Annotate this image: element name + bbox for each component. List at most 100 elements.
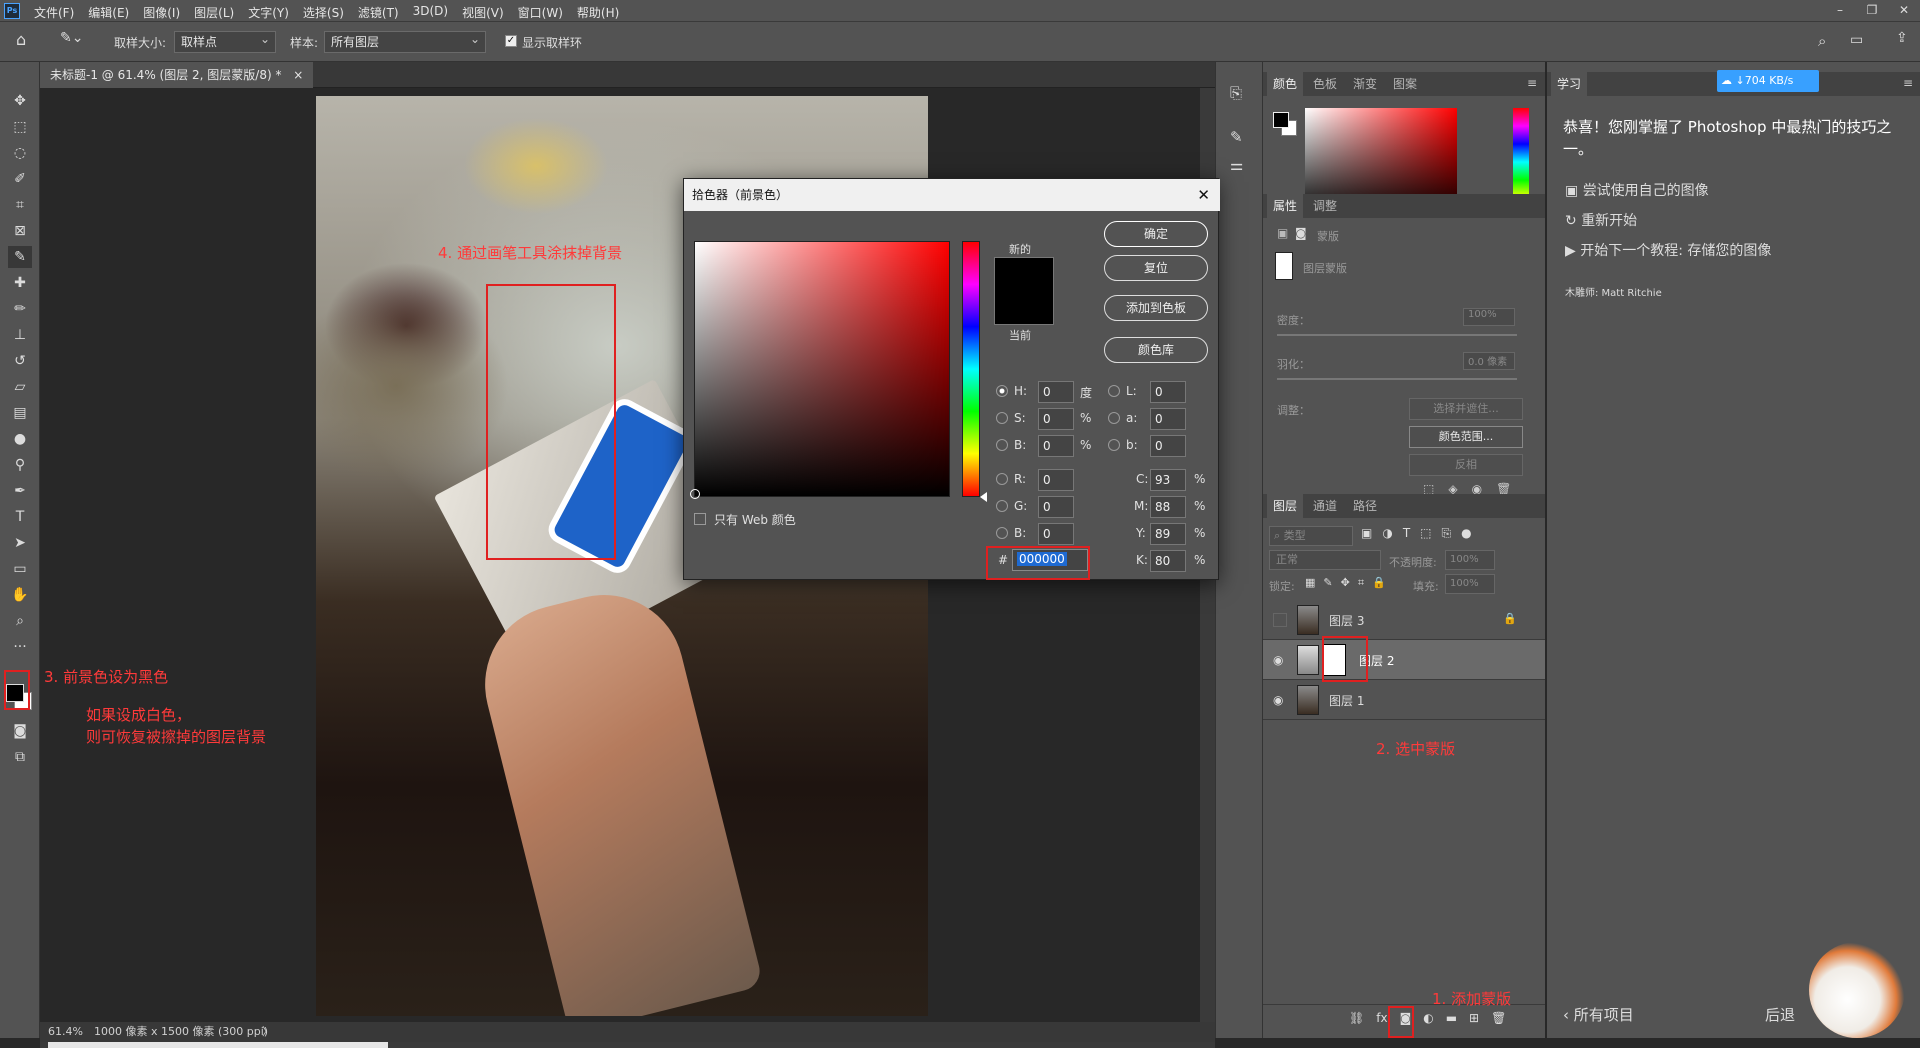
r-radio[interactable] — [996, 473, 1008, 485]
tab-swatches[interactable]: 色板 — [1307, 72, 1343, 96]
panel-fg-swatch[interactable] — [1273, 112, 1289, 128]
tab-learn[interactable]: 学习 — [1551, 72, 1588, 96]
trash-icon[interactable]: 🗑 — [1491, 1011, 1506, 1025]
g-radio[interactable] — [996, 500, 1008, 512]
density-field[interactable]: 100% — [1463, 308, 1515, 326]
quick-mask-icon[interactable]: ◙ — [8, 720, 32, 742]
eye-icon[interactable]: ◉ — [1273, 653, 1287, 667]
menu-3d[interactable]: 3D(D) — [413, 4, 448, 21]
s-radio[interactable] — [996, 412, 1008, 424]
hue-slider[interactable] — [962, 241, 980, 497]
layer-name[interactable]: 图层 3 — [1329, 612, 1364, 629]
blur-tool-icon[interactable]: ● — [8, 428, 32, 450]
path-select-tool-icon[interactable]: ➤ — [8, 532, 32, 554]
hue-slider-handle[interactable] — [980, 492, 987, 502]
saturation-brightness-field[interactable] — [690, 241, 950, 499]
panel-menu-icon[interactable]: ≡ — [1527, 76, 1537, 90]
color-range-button[interactable]: 颜色范围... — [1409, 426, 1523, 448]
h-radio[interactable] — [996, 385, 1008, 397]
foreground-color-swatch[interactable] — [6, 684, 24, 702]
lock-paint-icon[interactable]: ✎ — [1323, 576, 1332, 590]
crop-tool-icon[interactable]: ⌗ — [8, 194, 32, 216]
share-icon[interactable]: ⇪ — [1896, 30, 1908, 46]
layer-row[interactable]: ◉ 图层 1 — [1263, 680, 1545, 720]
learn-link-own-image[interactable]: ▣ 尝试使用自己的图像 — [1565, 180, 1709, 200]
opacity-field[interactable]: 100% — [1445, 550, 1495, 570]
filter-smart-icon[interactable]: ⎘ — [1442, 526, 1452, 541]
all-projects-link[interactable]: ‹ 所有项目 — [1563, 1004, 1634, 1025]
rectangle-tool-icon[interactable]: ▭ — [8, 558, 32, 580]
eyedropper-tool-icon[interactable]: ✎ — [8, 246, 32, 268]
adjust-sliders-icon[interactable]: ⚌ — [1230, 156, 1243, 174]
menu-view[interactable]: 视图(V) — [462, 4, 504, 21]
select-mask-button[interactable]: 选择并遮住... — [1409, 398, 1523, 420]
fill-field[interactable]: 100% — [1445, 574, 1495, 594]
workspace-icon[interactable]: ▭ — [1850, 32, 1863, 48]
density-slider[interactable] — [1277, 334, 1517, 336]
lab-b-field[interactable]: 0 — [1150, 435, 1186, 457]
dodge-tool-icon[interactable]: ⚲ — [8, 454, 32, 476]
web-only-checkbox[interactable] — [694, 513, 706, 525]
filter-toggle-icon[interactable]: ● — [1461, 526, 1471, 541]
stamp-tool-icon[interactable]: ⊥ — [8, 324, 32, 346]
filter-shape-icon[interactable]: ⬚ — [1420, 526, 1431, 541]
r-field[interactable]: 0 — [1038, 469, 1074, 491]
close-tab-icon[interactable]: × — [293, 68, 303, 82]
sample-select[interactable]: 所有图层 — [324, 29, 486, 53]
feather-slider[interactable] — [1277, 378, 1517, 380]
menu-type[interactable]: 文字(Y) — [248, 4, 289, 21]
blue-radio[interactable] — [996, 527, 1008, 539]
visibility-off-box[interactable] — [1273, 613, 1287, 627]
layer-filter-select[interactable]: ⌕ 类型 — [1269, 526, 1353, 546]
gradient-tool-icon[interactable]: ▤ — [8, 402, 32, 424]
g-field[interactable]: 0 — [1038, 496, 1074, 518]
l-field[interactable]: 0 — [1150, 381, 1186, 403]
tab-adjustments[interactable]: 调整 — [1307, 194, 1343, 218]
show-ring-checkbox[interactable]: ✓ — [505, 35, 517, 47]
zoom-level[interactable]: 61.4% — [48, 1022, 83, 1042]
color-library-button[interactable]: 颜色库 — [1104, 337, 1208, 363]
l-radio[interactable] — [1108, 385, 1120, 397]
b-radio[interactable] — [996, 439, 1008, 451]
tab-patterns[interactable]: 图案 — [1387, 72, 1423, 96]
history-icon[interactable]: ⎘ — [1230, 84, 1242, 102]
b-field[interactable]: 0 — [1038, 435, 1074, 457]
current-color-swatch[interactable] — [994, 291, 1054, 325]
s-field[interactable]: 0 — [1038, 408, 1074, 430]
minimize-button[interactable]: – — [1824, 0, 1856, 22]
pen-tool-icon[interactable]: ✒ — [8, 480, 32, 502]
zoom-tool-icon[interactable]: ⌕ — [8, 610, 32, 632]
tab-gradients[interactable]: 渐变 — [1347, 72, 1383, 96]
menu-image[interactable]: 图像(I) — [143, 4, 180, 21]
marquee-tool-icon[interactable]: ⬚ — [8, 116, 32, 138]
status-arrow-icon[interactable]: 〉 — [262, 1022, 273, 1042]
back-link[interactable]: 后退 — [1765, 1004, 1795, 1025]
home-icon[interactable]: ⌂ — [16, 30, 38, 52]
move-tool-icon[interactable]: ✥ — [8, 90, 32, 112]
hand-tool-icon[interactable]: ✋ — [8, 584, 32, 606]
menu-file[interactable]: 文件(F) — [34, 4, 74, 21]
quick-select-tool-icon[interactable]: ✐ — [8, 168, 32, 190]
reset-button[interactable]: 复位 — [1104, 255, 1208, 281]
blend-mode-select[interactable]: 正常 — [1269, 550, 1381, 570]
layer-row[interactable]: 图层 3 🔒 — [1263, 600, 1545, 640]
lock-artboard-icon[interactable]: ⌗ — [1358, 576, 1364, 590]
a-field[interactable]: 0 — [1150, 408, 1186, 430]
brush-tool-icon[interactable]: ✏ — [8, 298, 32, 320]
menu-select[interactable]: 选择(S) — [303, 4, 344, 21]
adjustment-icon[interactable]: ◐ — [1423, 1011, 1433, 1025]
eye-icon[interactable]: ◉ — [1273, 693, 1287, 707]
menu-window[interactable]: 窗口(W) — [518, 4, 563, 21]
blue-field[interactable]: 0 — [1038, 523, 1074, 545]
restore-button[interactable]: ❐ — [1856, 0, 1888, 22]
lock-move-icon[interactable]: ✥ — [1341, 576, 1350, 590]
h-field[interactable]: 0 — [1038, 381, 1074, 403]
menu-filter[interactable]: 滤镜(T) — [358, 4, 399, 21]
lock-transparent-icon[interactable]: ▦ — [1305, 576, 1315, 590]
invert-button[interactable]: 反相 — [1409, 454, 1523, 476]
feather-field[interactable]: 0.0 像素 — [1463, 352, 1515, 370]
filter-pixel-icon[interactable]: ▣ — [1361, 526, 1372, 541]
more-tools-icon[interactable]: ··· — [8, 636, 32, 658]
history-brush-tool-icon[interactable]: ↺ — [8, 350, 32, 372]
learn-menu-icon[interactable]: ≡ — [1903, 76, 1913, 90]
